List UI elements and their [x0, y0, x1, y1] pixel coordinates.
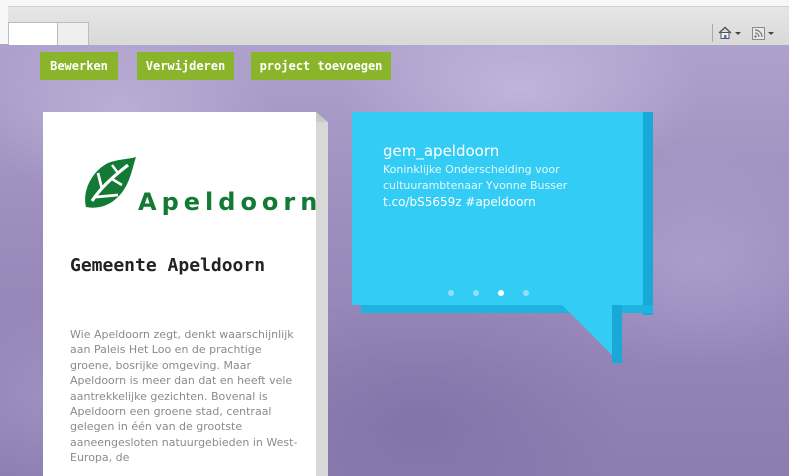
card-shadow-edge: [316, 122, 328, 476]
browser-command-bar: [8, 6, 789, 45]
toolbar-divider: [712, 24, 713, 42]
apeldoorn-leaf-logo-icon: [85, 157, 136, 208]
chevron-down-icon: [735, 31, 741, 35]
delete-button[interactable]: Verwijderen: [137, 52, 234, 80]
home-icon: [718, 26, 732, 39]
card-fold-corner: [316, 112, 328, 122]
tweet-username[interactable]: gem_apeldoorn: [383, 142, 499, 160]
new-tab-button[interactable]: [57, 22, 89, 45]
home-button[interactable]: [718, 24, 746, 42]
slide-dot[interactable]: [523, 290, 529, 296]
feeds-button[interactable]: [752, 24, 789, 42]
card-description: Wie Apeldoorn zegt, denkt waarschijnlijk…: [70, 328, 298, 465]
bubble-tail: [562, 305, 612, 355]
browser-tab[interactable]: [8, 22, 58, 45]
slide-dot[interactable]: [498, 290, 504, 296]
tweet-text: Koninklijke Onderscheiding voor cultuura…: [383, 163, 568, 192]
bubble-shadow-side: [643, 112, 653, 315]
browser-toolbar: [0, 0, 789, 45]
slide-dot[interactable]: [473, 290, 479, 296]
logo-wordmark: Apeldoorn: [138, 188, 323, 216]
slide-pagination: [448, 290, 529, 298]
add-project-button[interactable]: project toevoegen: [251, 52, 391, 80]
slide-dot[interactable]: [448, 290, 454, 296]
card-title: Gemeente Apeldoorn: [70, 255, 266, 276]
bubble-tail-shadow: [612, 305, 622, 363]
rss-feed-icon: [752, 26, 765, 40]
edit-button[interactable]: Bewerken: [40, 52, 118, 80]
tweet-link[interactable]: t.co/bS5659z #apeldoorn: [383, 195, 536, 209]
chevron-down-icon: [768, 31, 774, 35]
